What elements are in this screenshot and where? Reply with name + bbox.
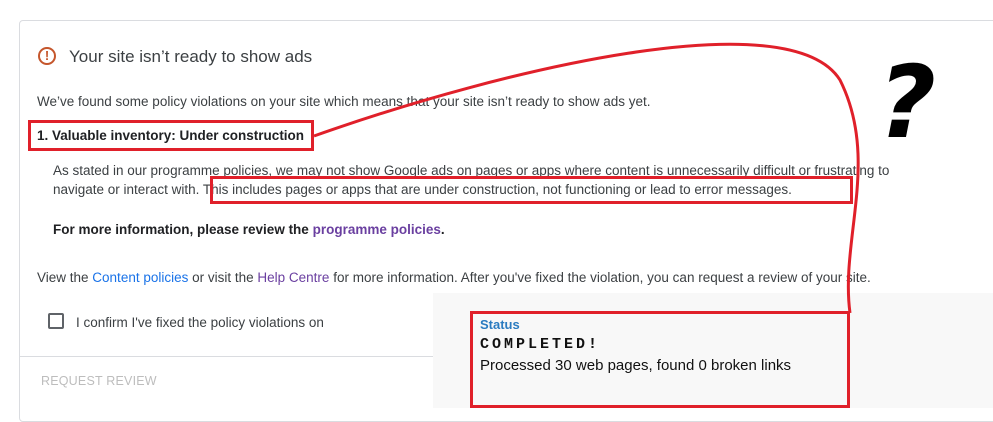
question-mark-icon: ? [878, 44, 936, 161]
annotation-overlay: ? [313, 42, 936, 314]
annotation-curve [313, 42, 860, 314]
